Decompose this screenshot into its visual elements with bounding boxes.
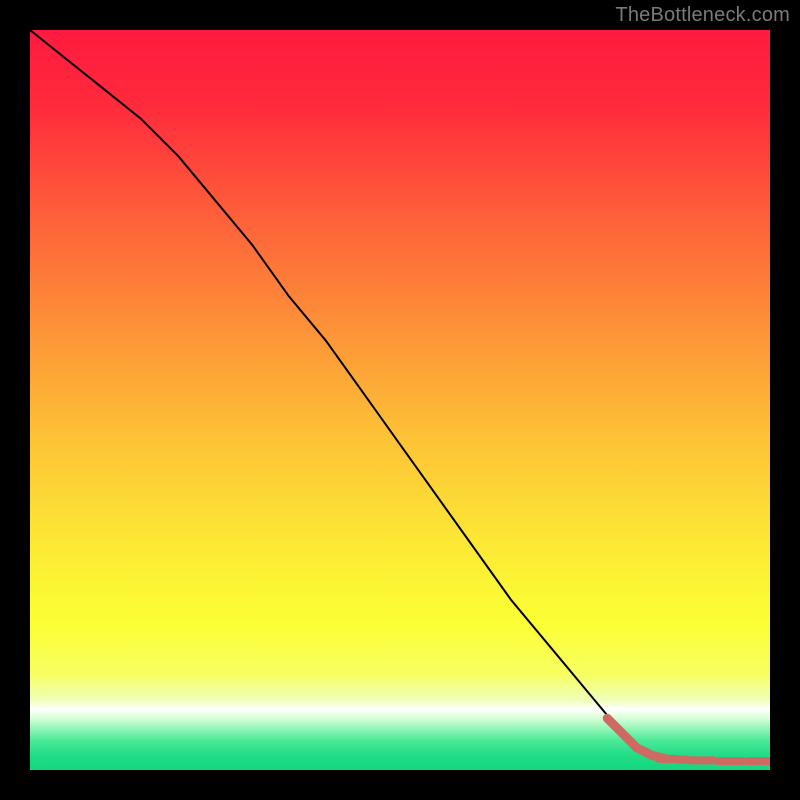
chart-curve-layer [30, 30, 770, 770]
watermark-text: TheBottleneck.com [615, 4, 790, 27]
chart-stage: TheBottleneck.com [0, 0, 800, 800]
highlight-segment [607, 718, 666, 759]
plot-area [30, 30, 770, 770]
main-curve [30, 30, 666, 759]
